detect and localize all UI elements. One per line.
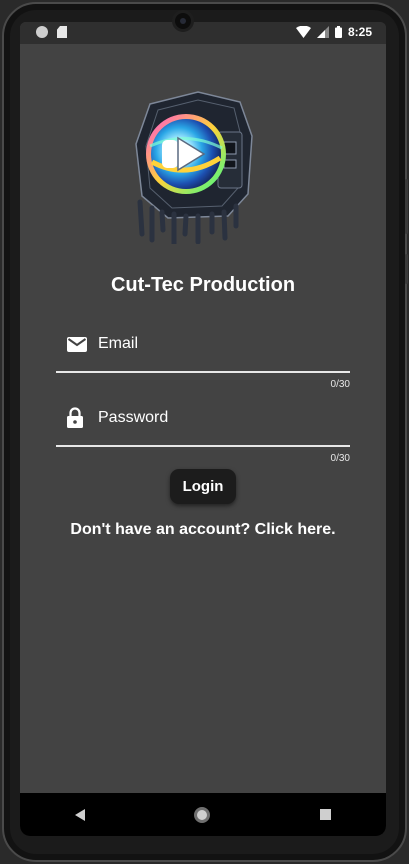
status-time: 8:25 (347, 25, 372, 39)
email-label: Email (98, 335, 139, 352)
email-char-counter: 0/30 (330, 379, 350, 390)
password-label: Password (98, 409, 169, 426)
home-icon[interactable] (194, 806, 211, 823)
password-underline (56, 445, 350, 447)
nav-bar (20, 793, 386, 836)
email-field[interactable]: Email 0/30 (56, 330, 350, 390)
email-underline (56, 371, 350, 373)
cellular-signal-icon (316, 26, 329, 38)
email-icon (67, 337, 87, 352)
status-bar: 8:25 (20, 22, 386, 44)
app-title: Cut-Tec Production (110, 274, 296, 296)
volume-button (405, 179, 408, 234)
password-char-counter: 0/30 (330, 453, 350, 464)
recent-apps-icon[interactable] (320, 809, 332, 820)
notification-dot-icon (36, 26, 48, 38)
front-camera (172, 10, 194, 32)
app-screen: 8:25 Cut-Tec Production Email 0/30 Passw… (20, 22, 386, 836)
wifi-icon (295, 26, 311, 38)
login-button[interactable]: Login (170, 469, 236, 504)
battery-icon (334, 26, 342, 38)
app-logo-icon (135, 91, 253, 244)
power-button (405, 254, 408, 284)
lock-icon (67, 407, 83, 428)
password-field[interactable]: Password 0/30 (56, 404, 350, 464)
sd-card-icon (57, 26, 67, 38)
back-icon[interactable] (74, 808, 85, 821)
signup-link[interactable]: Don't have an account? Click here. (20, 521, 386, 539)
